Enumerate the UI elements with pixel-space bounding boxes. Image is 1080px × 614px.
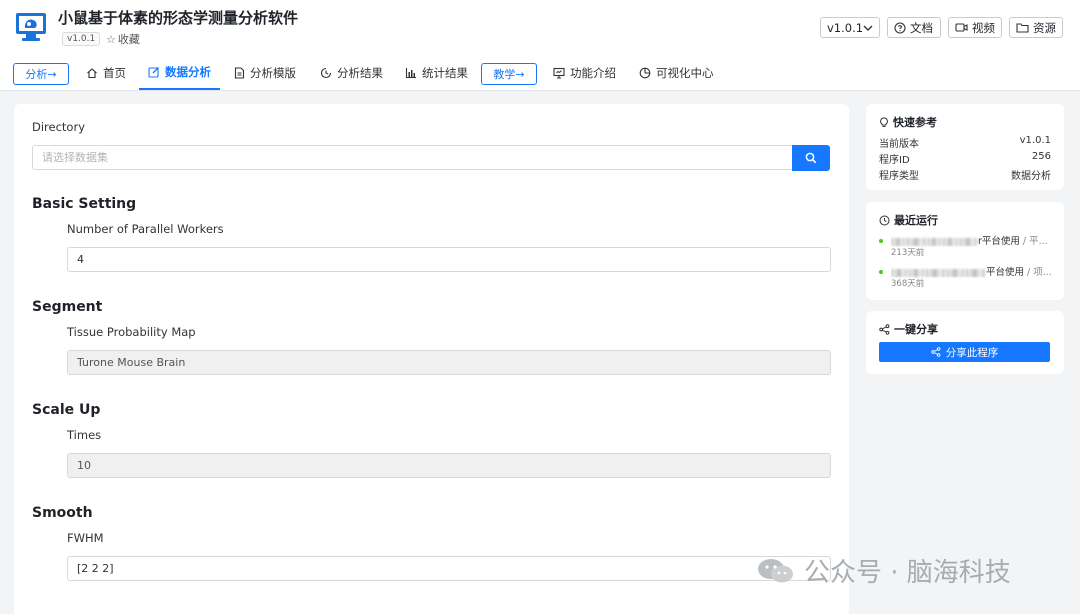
kv-row: 程序类型 数据分析 [879,167,1051,182]
tab-data-analysis[interactable]: 数据分析 [139,56,220,90]
history-icon [320,67,332,79]
recent-run-name: 平台使用 [986,267,1025,278]
help-circle-icon [894,21,906,34]
video-label: 视频 [972,20,995,35]
favorite-label: 收藏 [117,33,140,46]
kv-value: v1.0.1 [1019,135,1051,146]
section-title-smooth: Smooth [32,505,93,521]
share-program-label: 分享此程序 [945,346,999,359]
directory-label: Directory [32,120,86,134]
status-dot [879,239,883,243]
share-icon [879,323,890,335]
docs-button[interactable]: 文档 [887,17,941,38]
resources-label: 资源 [1033,20,1056,35]
tab-stats-results-label: 统计结果 [422,66,468,80]
share-icon [931,347,941,357]
star-icon: ☆ [106,33,116,46]
quick-ref-title-text: 快速参考 [893,116,937,129]
home-icon [86,67,98,79]
kv-key: 当前版本 [879,139,919,150]
status-dot [879,270,883,274]
app-title: 小鼠基于体素的形态学测量分析软件 [58,9,299,27]
version-select-value: v1.0.1 [827,20,864,35]
clock-icon [879,215,890,226]
favorite-button[interactable]: ☆ 收藏 [106,31,140,47]
recent-run-name: r平台使用 [978,236,1020,247]
share-card: 一键分享 分享此程序 [866,311,1064,374]
tab-feature-intro-label: 功能介绍 [570,66,616,80]
tab-home-label: 首页 [103,66,126,80]
kv-key: 程序类型 [879,171,919,182]
tab-feature-intro[interactable]: 功能介绍 [553,56,616,90]
tab-viz-center-label: 可视化中心 [656,66,714,80]
file-icon [234,67,245,79]
kv-row: 程序ID 256 [879,151,1051,166]
field-label-fwhm: FWHM [67,531,104,545]
tab-home[interactable]: 首页 [86,56,126,90]
tab-viz-center[interactable]: 可视化中心 [639,56,714,90]
version-select[interactable]: v1.0.1 [820,17,880,38]
analysis-form-card: Directory Basic Setting Number of Parall… [14,104,849,614]
section-title-segment: Segment [32,299,103,315]
kv-row: 当前版本 v1.0.1 [879,135,1051,150]
recent-run-suffix: / 项... [1024,267,1051,278]
share-title-text: 一键分享 [894,323,938,336]
video-button[interactable]: 视频 [948,17,1002,38]
bar-chart-icon [405,67,417,79]
directory-search-button[interactable] [792,145,830,171]
recent-runs-card: 最近运行 r平台使用 / 平... 213天前 平台使用 / 项... 368天… [866,202,1064,300]
tab-stats-results[interactable]: 统计结果 [405,56,468,90]
recent-run-time: 213天前 [891,248,925,258]
parallel-workers-input[interactable]: 4 [67,247,831,272]
main-nav: 分析→ 首页 数据分析 分析模版 分析结果 统计结果 教学→ 功能介绍 可视化中… [0,56,1080,91]
tab-data-analysis-label: 数据分析 [165,65,211,79]
kv-value: 256 [1031,151,1051,162]
fwhm-input[interactable]: [2 2 2] [67,556,831,581]
field-label-parallel-workers: Number of Parallel Workers [67,222,224,236]
docs-label: 文档 [910,20,933,35]
share-title: 一键分享 [879,321,938,337]
version-badge: v1.0.1 [62,32,101,46]
video-camera-icon [955,22,968,33]
kv-key: 程序ID [879,155,910,166]
tab-analysis-results[interactable]: 分析结果 [320,56,383,90]
search-icon [805,149,817,168]
share-program-button[interactable]: 分享此程序 [879,342,1050,362]
section-title-scale-up: Scale Up [32,402,101,418]
recent-runs-title: 最近运行 [879,212,938,228]
lightbulb-icon [879,116,889,128]
analysis-pill[interactable]: 分析→ [13,63,69,85]
folder-icon [1016,22,1029,33]
recent-run-time: 368天前 [891,279,925,289]
resources-button[interactable]: 资源 [1009,17,1063,38]
recent-run-suffix: / 平... [1019,236,1048,247]
recent-run-text: r平台使用 / 平... [891,233,1051,247]
recent-runs-title-text: 最近运行 [894,214,938,227]
quick-ref-title: 快速参考 [879,114,937,130]
wechat-icon [756,556,796,586]
field-label-tissue-map: Tissue Probability Map [67,325,196,339]
watermark-text: 公众号 · 脑海科技 [804,558,1011,588]
app-header: 小鼠基于体素的形态学测量分析软件 v1.0.1 ☆ 收藏 v1.0.1 文档 视频… [0,0,1080,56]
tab-analysis-template[interactable]: 分析模版 [234,56,296,90]
pie-chart-icon [639,67,651,79]
tab-analysis-template-label: 分析模版 [250,66,296,80]
edit-icon [148,66,160,78]
monitor-app-icon [14,10,48,44]
directory-input[interactable] [32,145,792,170]
watermark: 公众号 · 脑海科技 [756,552,1011,589]
kv-value: 数据分析 [1011,171,1051,182]
chevron-down-icon [863,21,873,35]
recent-run-text: 平台使用 / 项... [891,264,1051,278]
presentation-icon [553,67,565,79]
section-title-basic-setting: Basic Setting [32,196,137,212]
tissue-map-field: Turone Mouse Brain [67,350,831,375]
tab-analysis-results-label: 分析结果 [337,66,383,80]
field-label-times: Times [67,428,102,442]
times-field: 10 [67,453,831,478]
quick-ref-card: 快速参考 当前版本 v1.0.1 程序ID 256 程序类型 数据分析 [866,104,1064,190]
teaching-pill[interactable]: 教学→ [481,63,537,85]
